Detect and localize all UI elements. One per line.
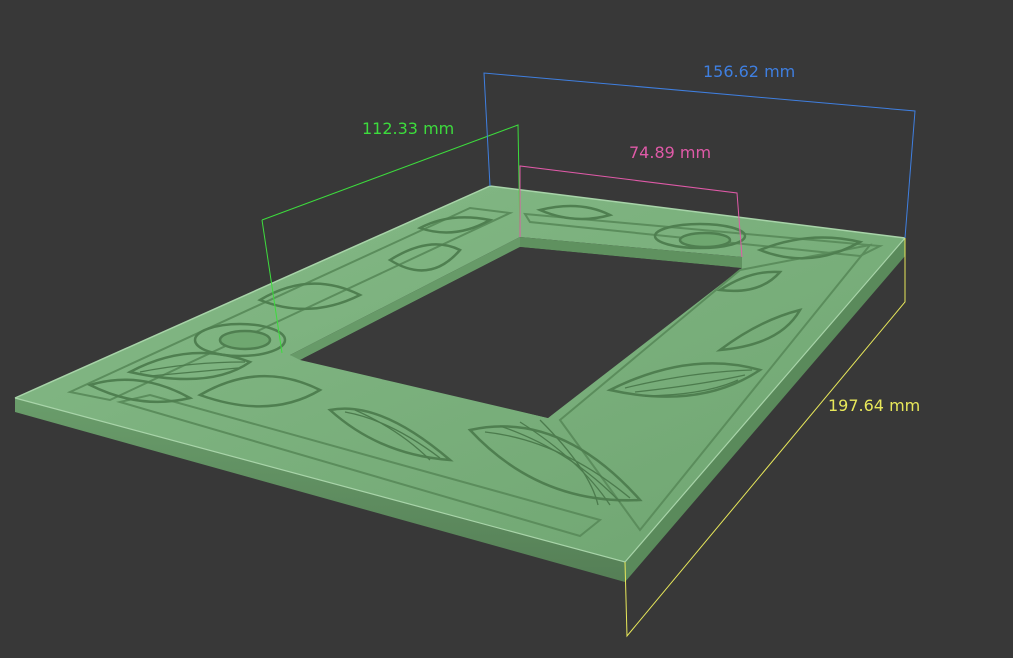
3d-viewport-canvas[interactable]: 112.33 mm 156.62 mm 74.89 mm 197.64 mm xyxy=(0,0,1013,658)
viewport[interactable]: 112.33 mm 156.62 mm 74.89 mm 197.64 mm xyxy=(0,0,1013,658)
dimension-length-label: 197.64 mm xyxy=(828,396,920,415)
dimension-depth-label: 112.33 mm xyxy=(362,119,454,138)
dimension-width-label: 156.62 mm xyxy=(703,62,795,81)
dimension-inner-label: 74.89 mm xyxy=(629,143,711,162)
frame-model[interactable] xyxy=(14,185,906,582)
